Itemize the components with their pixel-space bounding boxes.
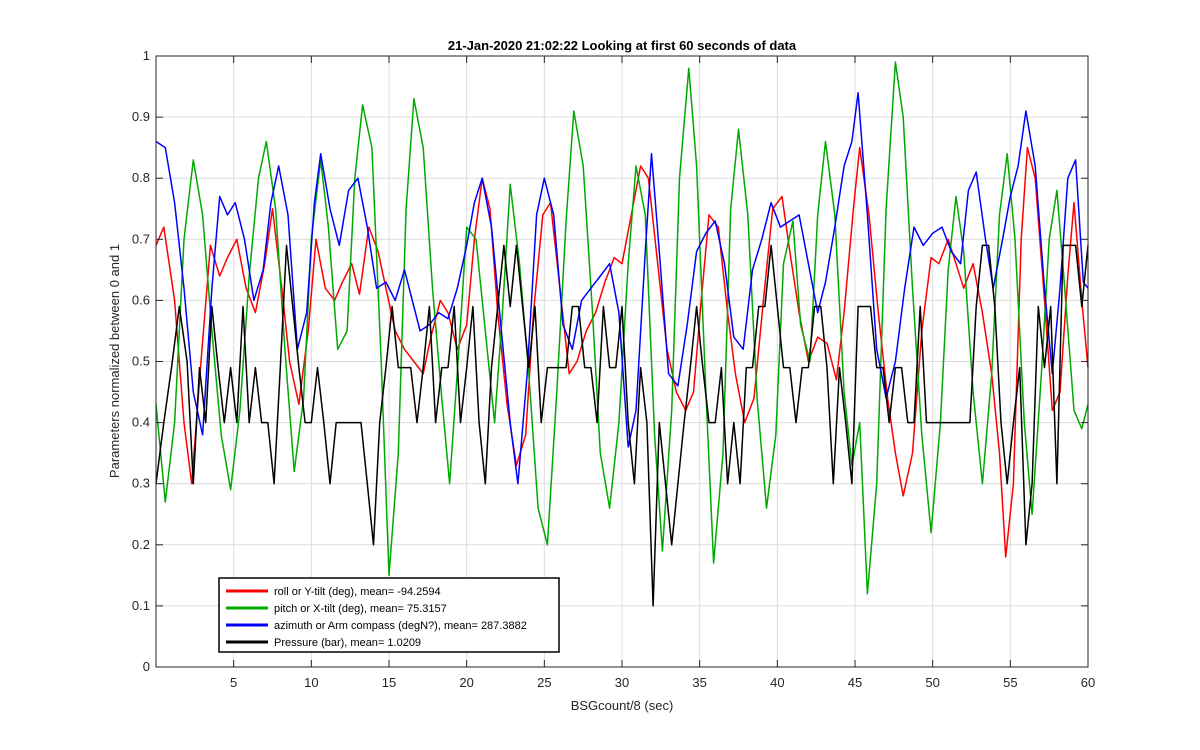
y-tick-label-3: 0.3 [132, 476, 150, 491]
y-tick-label-7: 0.7 [132, 231, 150, 246]
x-tick-label-8: 45 [848, 675, 862, 690]
y-axis-label: Parameters normalized between 0 and 1 [107, 244, 122, 478]
y-tick-label-2: 0.2 [132, 537, 150, 552]
x-tick-label-10: 55 [1003, 675, 1017, 690]
y-tick-label-8: 0.8 [132, 170, 150, 185]
chart-title: 21-Jan-2020 21:02:22 Looking at first 60… [448, 38, 797, 53]
y-tick-label-0: 0 [143, 659, 150, 674]
x-tick-label-11: 60 [1081, 675, 1095, 690]
x-tick-label-4: 25 [537, 675, 551, 690]
y-tick-label-10: 1 [143, 48, 150, 63]
y-tick-label-5: 0.5 [132, 354, 150, 369]
x-tick-label-3: 20 [459, 675, 473, 690]
x-tick-label-2: 15 [382, 675, 396, 690]
x-tick-label-0: 5 [230, 675, 237, 690]
y-tick-label-9: 0.9 [132, 109, 150, 124]
x-tick-label-6: 35 [692, 675, 706, 690]
x-tick-label-9: 50 [925, 675, 939, 690]
legend-label: Pressure (bar), mean= 1.0209 [274, 637, 421, 649]
x-tick-label-7: 40 [770, 675, 784, 690]
legend-label: roll or Y-tilt (deg), mean= -94.2594 [274, 586, 441, 598]
y-tick-label-1: 0.1 [132, 598, 150, 613]
legend-label: pitch or X-tilt (deg), mean= 75.3157 [274, 603, 447, 615]
line-chart: 5 10 15 20 25 30 35 40 45 50 55 60 0 0.1 0.2 0.3 0.4 0.5 0… [0, 0, 1200, 750]
legend-label: azimuth or Arm compass (degN?), mean= 28… [274, 620, 527, 632]
figure: 5 10 15 20 25 30 35 40 45 50 55 60 0 0.1 0.2 0.3 0.4 0.5 0… [0, 0, 1200, 750]
legend: roll or Y-tilt (deg), mean= -94.2594 pitc… [218, 577, 560, 653]
x-tick-label-1: 10 [304, 675, 318, 690]
y-tick-label-6: 0.6 [132, 292, 150, 307]
x-axis-label: BSGcount/8 (sec) [571, 698, 674, 713]
y-tick-label-4: 0.4 [132, 415, 150, 430]
x-tick-label-5: 30 [615, 675, 629, 690]
